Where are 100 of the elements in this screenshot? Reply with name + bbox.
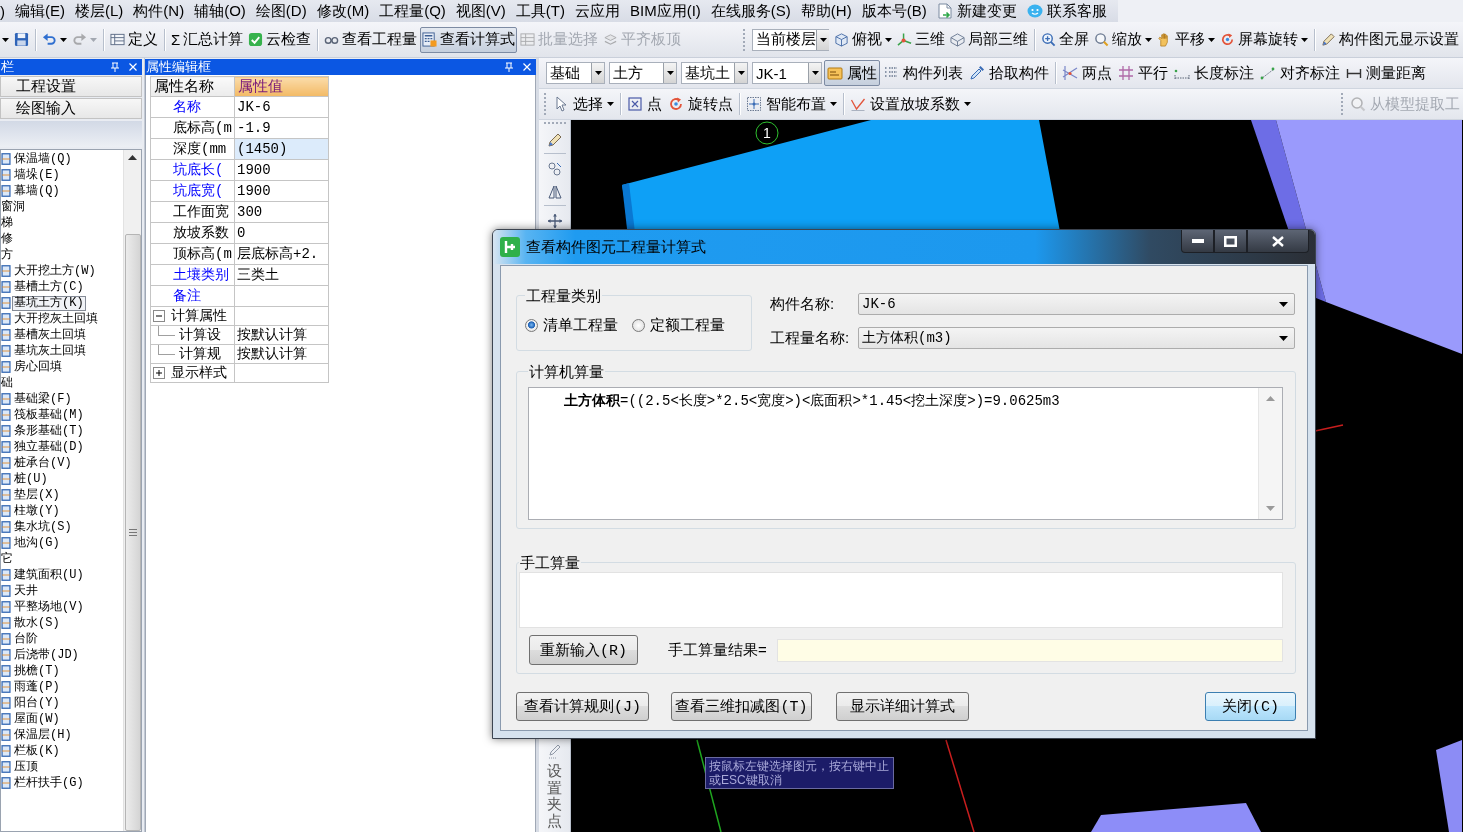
toolbar-button[interactable]: 两点 [1059, 60, 1115, 86]
reenter-button[interactable]: 重新输入(R) [529, 635, 638, 665]
nav-button[interactable]: 绘图输入 [0, 98, 142, 119]
tree-item[interactable]: 屋面(W) [12, 711, 62, 727]
toolbar-button[interactable]: 长度标注 [1171, 60, 1257, 86]
formula-text-area[interactable]: 土方体积=((2.5<长度>*2.5<宽度>)<底面积>*1.45<挖土深度>)=9.0625m3 [528, 387, 1283, 520]
dialog-button[interactable]: 显示详细计算式 [836, 692, 969, 721]
toolbar-button[interactable]: 三维 [895, 26, 947, 53]
property-value[interactable]: JK-6 [234, 96, 329, 118]
menu-item[interactable]: 新建变更 [931, 0, 1022, 22]
dropdown[interactable]: 基础 [546, 62, 605, 84]
tree-item[interactable]: 后浇带(JD) [12, 647, 81, 663]
toolbar-button[interactable]: 定义 [108, 26, 160, 53]
radio-option[interactable]: 清单工程量 [525, 316, 618, 335]
tree-item[interactable]: 筏板基础(M) [12, 407, 86, 423]
tree-item[interactable]: 幕墙(Q) [12, 183, 62, 199]
collapse-icon[interactable] [153, 310, 165, 322]
tree-item[interactable]: 墙垛(E) [12, 167, 62, 183]
dropdown[interactable]: JK-6 [858, 293, 1295, 315]
dropdown[interactable]: JK-1 [752, 62, 822, 84]
tree-item[interactable]: 挑檐(T) [12, 663, 62, 679]
pin-icon[interactable] [110, 62, 120, 72]
toolbar-button[interactable]: 构件列表 [880, 60, 966, 86]
tree-item[interactable]: 独立基础(D) [12, 439, 86, 455]
property-value[interactable]: 1900 [234, 159, 329, 181]
toolbar-button[interactable]: 点 [624, 91, 665, 117]
toolbar-button[interactable]: 拾取构件 [966, 60, 1052, 86]
tree-group[interactable]: 梯 [1, 216, 13, 230]
tree-item[interactable]: 台阶 [12, 631, 40, 647]
brush-icon[interactable] [546, 132, 563, 148]
radio-button[interactable] [525, 319, 538, 332]
menu-item[interactable]: 绘图(D) [250, 0, 312, 22]
dialog-button[interactable]: 查看计算规则(J) [516, 692, 649, 721]
result-field[interactable] [776, 638, 1283, 662]
nav-button[interactable]: 工程设置 [0, 76, 142, 97]
radio-option[interactable]: 定额工程量 [632, 316, 725, 335]
close-icon[interactable] [128, 62, 138, 72]
menu-item[interactable]: 辅轴(O) [189, 0, 251, 22]
circles-icon[interactable] [546, 161, 563, 177]
tree-item[interactable]: 房心回填 [12, 359, 64, 375]
scroll-up-icon[interactable] [128, 155, 137, 160]
menu-item[interactable]: 在线服务(S) [705, 0, 796, 22]
menu-item[interactable]: 工程量(Q) [374, 0, 451, 22]
toolbar-button[interactable]: 选择 [550, 91, 617, 117]
property-value[interactable]: 300 [234, 201, 329, 223]
toolbar-button[interactable]: 查看工程量 [322, 26, 420, 53]
scrollbar[interactable] [1258, 388, 1282, 519]
radio-button[interactable] [632, 319, 645, 332]
menu-item[interactable]: 编辑(E) [10, 0, 70, 22]
tree-item[interactable]: 压顶 [12, 759, 40, 775]
toolbar-button[interactable]: 俯视 [832, 26, 894, 53]
maximize-button[interactable] [1214, 230, 1247, 253]
toolbar-button[interactable]: Σ 汇总计算 [169, 26, 246, 53]
menu-item[interactable]: 修改(M) [311, 0, 375, 22]
tree-item[interactable]: 天井 [12, 583, 40, 599]
dialog-button[interactable]: 查看三维扣减图(T) [671, 692, 812, 721]
property-value[interactable]: 1900 [234, 180, 329, 202]
dropdown[interactable]: 当前楼层 [752, 28, 829, 51]
toolbar-button[interactable]: 平行 [1115, 60, 1171, 86]
menu-item[interactable]: 构件(N) [128, 0, 190, 22]
manual-input-area[interactable] [519, 572, 1283, 628]
toolbar-button[interactable]: 查看计算式 [420, 26, 518, 53]
tree-item[interactable]: 基坑灰土回填 [12, 343, 88, 359]
dropdown[interactable]: 土方体积(m3) [858, 327, 1295, 349]
dialog-button[interactable]: 关闭(C) [1205, 692, 1296, 721]
tree-item[interactable]: 基坑土方(K) [12, 295, 86, 311]
tree-item[interactable]: 阳台(Y) [12, 695, 62, 711]
menu-item[interactable]: 云应用 [570, 0, 625, 22]
tree-group[interactable]: 修 [1, 232, 13, 246]
toolbar-button[interactable]: 智能布置 [743, 91, 840, 117]
toolbar-button[interactable]: 构件图元显示设置 [1319, 26, 1461, 53]
mirror-icon[interactable] [546, 184, 563, 200]
toolbar-button[interactable]: 屏幕旋转 [1218, 26, 1310, 53]
tree-item[interactable]: 栏板(K) [12, 743, 62, 759]
tree-item[interactable]: 平整场地(V) [12, 599, 86, 615]
dropdown[interactable]: 土方 [609, 62, 677, 84]
menu-item[interactable]: BIM应用(I) [625, 0, 706, 22]
tree-item[interactable]: 大开挖灰土回填 [12, 311, 100, 327]
tree-group[interactable]: 方 [1, 248, 13, 262]
property-value[interactable]: 按默认计算 [234, 344, 329, 364]
tree-item[interactable]: 保温墙(Q) [12, 151, 74, 167]
toolbar-button[interactable]: 设置夹点 [546, 743, 563, 829]
toolbar-button[interactable]: 属性 [824, 60, 880, 86]
tree-item[interactable]: 基础梁(F) [12, 391, 74, 407]
tree-item[interactable]: 条形基础(T) [12, 423, 86, 439]
menu-item[interactable]: 工具(T) [510, 0, 570, 22]
tree-group[interactable]: 它 [1, 552, 13, 566]
toolbar-button[interactable]: 对齐标注 [1257, 60, 1343, 86]
tree-item[interactable]: 地沟(G) [12, 535, 62, 551]
tree-item[interactable]: 大开挖土方(W) [12, 263, 98, 279]
toolbar-button[interactable]: 全屏 [1039, 26, 1091, 53]
close-icon[interactable] [522, 62, 532, 72]
tree-group[interactable]: 窗洞 [1, 200, 25, 214]
tree-item[interactable]: 保温层(H) [12, 727, 74, 743]
toolbar-button[interactable]: 平移 [1155, 26, 1217, 53]
property-value[interactable]: 层底标高+2. [234, 243, 329, 265]
menu-item[interactable]: 视图(V) [450, 0, 511, 22]
expand-icon[interactable] [153, 367, 165, 379]
scrollbar-thumb[interactable] [124, 234, 141, 831]
toolbar-button[interactable]: 缩放 [1092, 26, 1154, 53]
